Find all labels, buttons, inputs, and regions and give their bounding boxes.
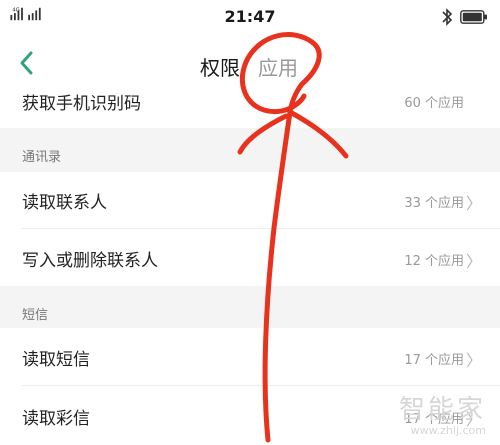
chevron-right-icon: 〉 xyxy=(465,351,482,370)
list-item-read-sms[interactable]: 读取短信 17 个应用 〉 xyxy=(0,328,500,385)
list-item-device-id[interactable]: 获取手机识别码 60 个应用 xyxy=(0,86,500,126)
list-item-count: 12 个应用 xyxy=(404,254,464,269)
watermark-logo-text: 智能家 xyxy=(398,395,486,425)
chevron-right-icon: 〉 xyxy=(465,194,482,213)
list-item-read-contacts[interactable]: 读取联系人 33 个应用 〉 xyxy=(0,172,500,228)
battery-icon xyxy=(460,10,487,24)
section-header-sms: 短信 xyxy=(0,286,500,328)
list-item-title: 读取短信 xyxy=(22,350,90,370)
bluetooth-icon xyxy=(442,8,453,26)
section-header-label: 通讯录 xyxy=(22,150,62,165)
chevron-right-icon: 〉 xyxy=(465,252,482,271)
status-clock: 21:47 xyxy=(224,7,276,26)
nav-header: 权限 应用 xyxy=(0,34,500,94)
tab-apps[interactable]: 应用 xyxy=(258,52,298,81)
list-item-title: 读取联系人 xyxy=(22,193,107,213)
list-item-count: 60 个应用 xyxy=(404,96,464,111)
watermark-url: www.zhij.com xyxy=(410,424,486,437)
watermark: 智能家 www.zhij.com xyxy=(399,395,486,437)
list-item-title: 读取彩信 xyxy=(22,409,90,429)
section-header-contacts: 通讯录 xyxy=(0,128,500,172)
status-bar: 4G 21:47 xyxy=(0,0,500,34)
list-item-count: 17 个应用 xyxy=(404,353,464,368)
tab-permissions[interactable]: 权限 xyxy=(200,52,240,81)
list-item-write-contacts[interactable]: 写入或删除联系人 12 个应用 〉 xyxy=(0,229,500,286)
list-item-title: 写入或删除联系人 xyxy=(22,251,158,271)
list-item-title: 获取手机识别码 xyxy=(22,94,141,114)
back-arrow-icon[interactable] xyxy=(16,50,38,76)
list-item-count: 33 个应用 xyxy=(404,196,464,211)
section-header-label: 短信 xyxy=(22,308,49,323)
